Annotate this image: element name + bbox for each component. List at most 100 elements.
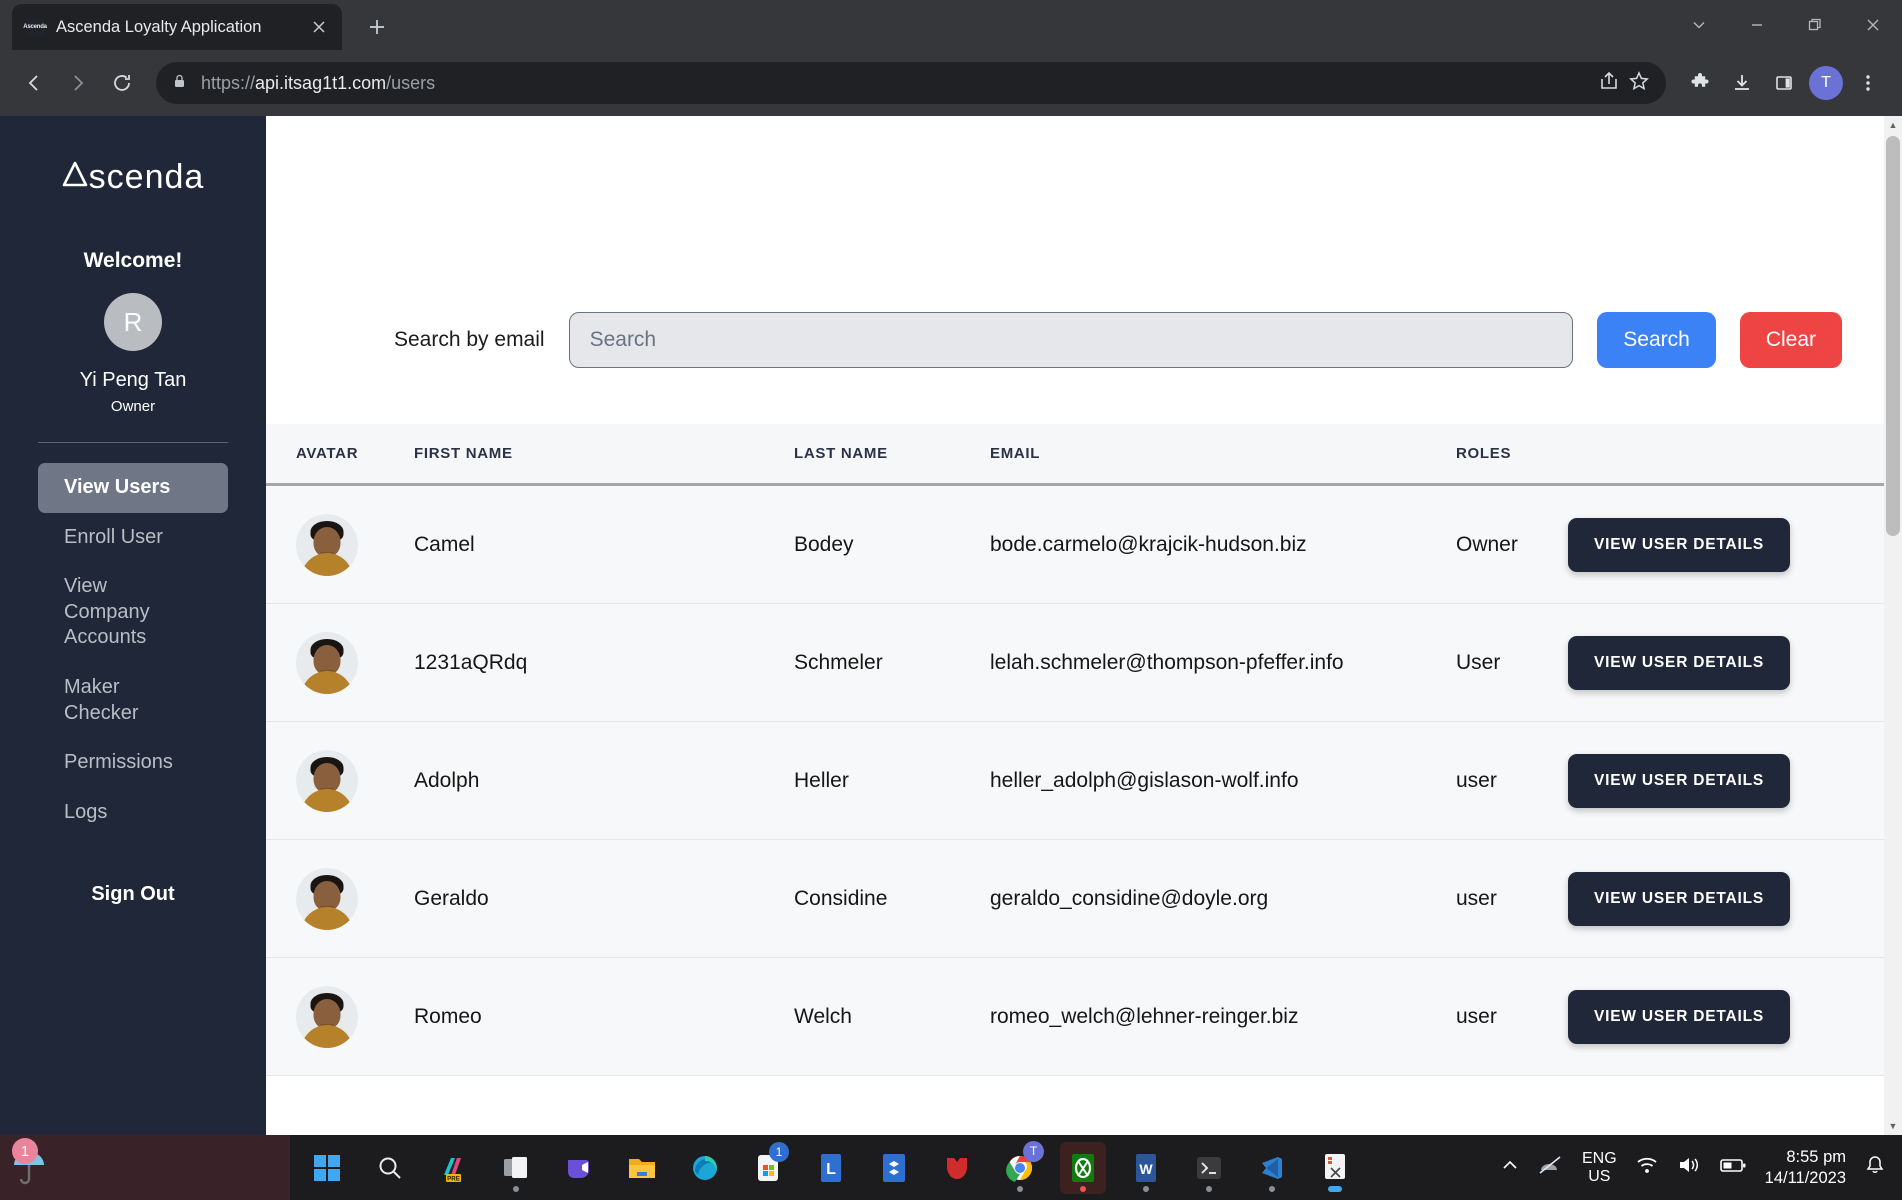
page-scrollbar[interactable]: ▲ ▼ [1884,116,1902,1135]
clear-button[interactable]: Clear [1739,312,1842,368]
search-input[interactable] [568,312,1574,368]
toolbar-right-actions: T [1680,63,1888,103]
wifi-icon[interactable] [1635,1154,1659,1181]
welcome-heading: Welcome! [83,249,183,272]
page-viewport: scenda Welcome! R Yi Peng Tan Owner View… [0,116,1902,1135]
windows-start-icon[interactable] [304,1142,350,1194]
bell-icon[interactable] [1864,1154,1886,1181]
word-icon[interactable]: W [1123,1142,1169,1194]
language-indicator[interactable]: ENG US [1582,1150,1617,1186]
task-view-icon[interactable] [493,1142,539,1194]
tab-title: Ascenda Loyalty Application [56,17,262,36]
search-bar-row: Search by email Search Clear [266,116,1902,368]
side-panel-icon[interactable] [1764,63,1804,103]
view-user-details-button[interactable]: VIEW USER DETAILS [1568,753,1791,808]
sign-out-button[interactable]: Sign Out [91,883,174,906]
xbox-icon[interactable] [1060,1141,1106,1194]
minimize-icon[interactable] [1728,0,1786,50]
column-header-roles: ROLES [1456,445,1512,462]
view-user-details-button[interactable]: VIEW USER DETAILS [1568,871,1791,926]
column-header-first-name: FIRST NAME [414,445,513,462]
row-avatar [296,749,414,812]
snipping-tool-icon[interactable] [1312,1142,1358,1194]
sidebar-item-maker-checker[interactable]: Maker Checker [38,663,148,738]
sidebar-item-view-company-accounts[interactable]: View Company Accounts [38,562,158,663]
app-logo-text: scenda [88,158,205,196]
restore-icon[interactable] [1786,0,1844,50]
lock-icon [172,73,187,94]
clock-date: 14/11/2023 [1764,1168,1846,1187]
user-avatar-initial: R [104,293,162,351]
column-header-avatar: AVATAR [296,445,359,462]
clock[interactable]: 8:55 pm 14/11/2023 [1765,1147,1846,1188]
copilot-pre-icon[interactable]: PRE [430,1142,476,1194]
star-icon[interactable] [1628,70,1650,97]
scroll-down-arrow-icon[interactable]: ▼ [1884,1117,1902,1135]
meet-now-off-icon[interactable] [1538,1154,1564,1181]
store-badge: 1 [769,1141,789,1162]
close-window-icon[interactable] [1844,0,1902,50]
view-user-details-button[interactable]: VIEW USER DETAILS [1568,635,1791,690]
url-text: https://api.itsag1t1.com/users [201,73,435,94]
user-photo-icon [296,513,358,576]
file-explorer-icon[interactable] [619,1142,665,1194]
cell-role: Owner [1456,532,1518,556]
sidebar-item-logs[interactable]: Logs [38,788,228,838]
browser-tab[interactable]: Ascenda Ascenda Loyalty Application [12,4,342,50]
app-logo[interactable]: scenda [62,158,205,197]
cell-email: romeo_welch@lehner-reinger.biz [990,1004,1299,1028]
chevron-up-icon[interactable] [1500,1155,1520,1180]
sidebar-item-view-users[interactable]: View Users [38,463,228,513]
browser-toolbar: https://api.itsag1t1.com/users T [0,50,1902,116]
table-row: Geraldo Considine geraldo_considine@doyl… [266,840,1902,958]
terminal-icon[interactable] [1186,1142,1232,1194]
dropbox-icon[interactable] [871,1142,917,1194]
table-row: Romeo Welch romeo_welch@lehner-reinger.b… [266,958,1902,1076]
search-icon[interactable] [367,1142,413,1194]
region-code: US [1588,1167,1611,1185]
edge-icon[interactable] [682,1142,728,1194]
sidebar-nav: View Users Enroll User View Company Acco… [38,463,228,837]
reload-icon[interactable] [102,63,142,103]
sidebar-item-permissions[interactable]: Permissions [38,738,228,788]
speaker-icon[interactable] [1677,1154,1701,1181]
profile-avatar[interactable]: T [1806,63,1846,103]
cell-last-name: Bodey [794,532,854,556]
puzzle-icon[interactable] [1680,63,1720,103]
chrome-icon[interactable]: T [997,1140,1044,1194]
address-bar[interactable]: https://api.itsag1t1.com/users [156,62,1666,104]
sidebar-item-enroll-user[interactable]: Enroll User [38,513,228,563]
user-photo-icon [296,867,358,930]
column-header-email: EMAIL [990,445,1041,462]
view-user-details-button[interactable]: VIEW USER DETAILS [1568,517,1791,572]
vscode-icon[interactable] [1249,1142,1295,1194]
screen: Ascenda Ascenda Loyalty Application http… [0,0,1902,1200]
share-icon[interactable] [1598,70,1620,97]
row-actions: VIEW USER DETAILS [1568,635,1882,690]
search-button[interactable]: Search [1597,312,1716,368]
user-role: Owner [110,398,156,415]
tab-close-icon[interactable] [306,14,332,40]
linear-icon[interactable]: L [808,1142,854,1194]
brave-icon[interactable] [934,1142,980,1194]
back-arrow-icon[interactable] [14,63,54,103]
new-tab-button[interactable] [360,10,394,44]
tab-search-chevron-icon[interactable] [1670,0,1728,50]
row-avatar [296,513,414,576]
scroll-up-arrow-icon[interactable]: ▲ [1884,116,1902,134]
url-path: /users [386,72,436,93]
download-icon[interactable] [1722,63,1762,103]
three-dot-menu-icon[interactable] [1848,63,1888,103]
forward-arrow-icon[interactable] [58,63,98,103]
cell-first-name: Camel [414,532,475,556]
cell-first-name: 1231aQRdq [414,650,528,674]
language-code: ENG [1581,1149,1617,1167]
teams-icon[interactable] [556,1142,602,1194]
microsoft-store-icon[interactable]: 1 [745,1141,791,1194]
scrollbar-thumb[interactable] [1886,136,1900,536]
row-avatar [296,631,414,694]
cell-first-name: Geraldo [414,886,489,910]
battery-icon[interactable] [1719,1155,1747,1180]
view-user-details-button[interactable]: VIEW USER DETAILS [1568,989,1791,1044]
cell-last-name: Heller [794,768,849,792]
